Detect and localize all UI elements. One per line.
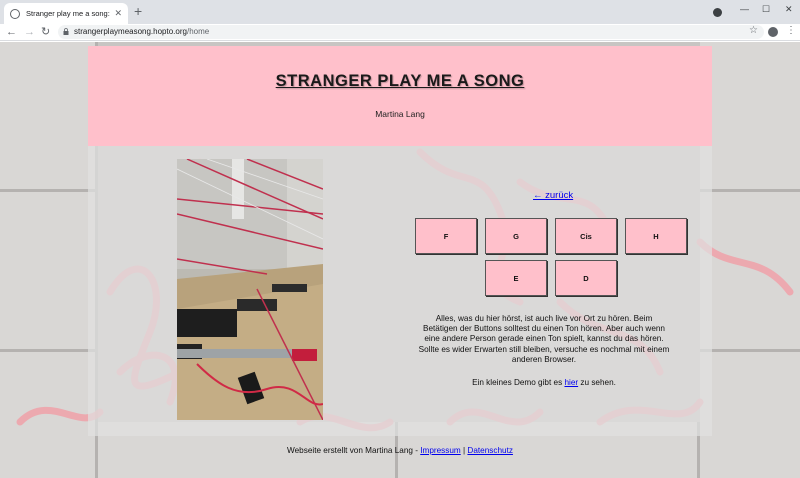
demo-prefix: Ein kleines Demo gibt es (472, 378, 565, 387)
note-button-d[interactable]: D (555, 260, 617, 296)
browser-tab-bar: Stranger play me a song: Home ✕ + — ☐ ✕ (0, 0, 800, 24)
profile-avatar[interactable] (768, 27, 778, 37)
content-container: STRANGER PLAY ME A SONG Martina Lang ← z… (88, 46, 712, 436)
page-title: STRANGER PLAY ME A SONG (275, 72, 525, 90)
forward-button[interactable]: → (24, 25, 35, 39)
maximize-button[interactable]: ☐ (762, 4, 770, 15)
browser-tab[interactable]: Stranger play me a song: Home ✕ (4, 3, 128, 24)
browser-toolbar: ← → ↻ strangerplaymeasong.hopto.org/home… (0, 24, 800, 41)
back-link[interactable]: ← zurück (533, 190, 573, 201)
globe-icon (10, 8, 20, 19)
impressum-link[interactable]: Impressum (420, 446, 461, 455)
note-button-e[interactable]: E (485, 260, 547, 296)
back-button[interactable]: ← (6, 25, 17, 39)
author-name: Martina Lang (375, 109, 425, 119)
datenschutz-link[interactable]: Datenschutz (467, 446, 513, 455)
site-header: STRANGER PLAY ME A SONG Martina Lang (88, 46, 712, 146)
bookmark-star-icon[interactable]: ☆ (749, 25, 758, 36)
demo-text: Ein kleines Demo gibt es hier zu sehen. (418, 378, 670, 387)
demo-link[interactable]: hier (564, 378, 578, 387)
page-viewport: STRANGER PLAY ME A SONG Martina Lang ← z… (0, 42, 800, 478)
installation-photo (177, 159, 323, 420)
reload-button[interactable]: ↻ (41, 25, 50, 39)
tab-title: Stranger play me a song: Home (26, 9, 110, 18)
menu-icon[interactable]: ⋮ (786, 25, 796, 36)
description-text: Alles, was du hier hörst, ist auch live … (418, 314, 670, 364)
note-button-f[interactable]: F (415, 218, 477, 254)
note-button-h[interactable]: H (625, 218, 687, 254)
demo-suffix: zu sehen. (578, 378, 616, 387)
minimize-button[interactable]: — (740, 4, 749, 14)
window-close-button[interactable]: ✕ (785, 4, 793, 15)
installation-image (177, 159, 323, 420)
record-icon (713, 8, 722, 17)
tab-close-icon[interactable]: ✕ (114, 8, 122, 19)
footer-credit: Webseite erstellt von Martina Lang - (287, 446, 421, 455)
lock-icon (63, 28, 69, 35)
note-button-g[interactable]: G (485, 218, 547, 254)
site-footer: Webseite erstellt von Martina Lang - Imp… (0, 446, 800, 455)
address-bar[interactable]: strangerplaymeasong.hopto.org/home ☆ (58, 25, 764, 39)
note-button-cis[interactable]: Cis (555, 218, 617, 254)
new-tab-button[interactable]: + (134, 4, 142, 18)
url-text: strangerplaymeasong.hopto.org/home (74, 27, 210, 36)
